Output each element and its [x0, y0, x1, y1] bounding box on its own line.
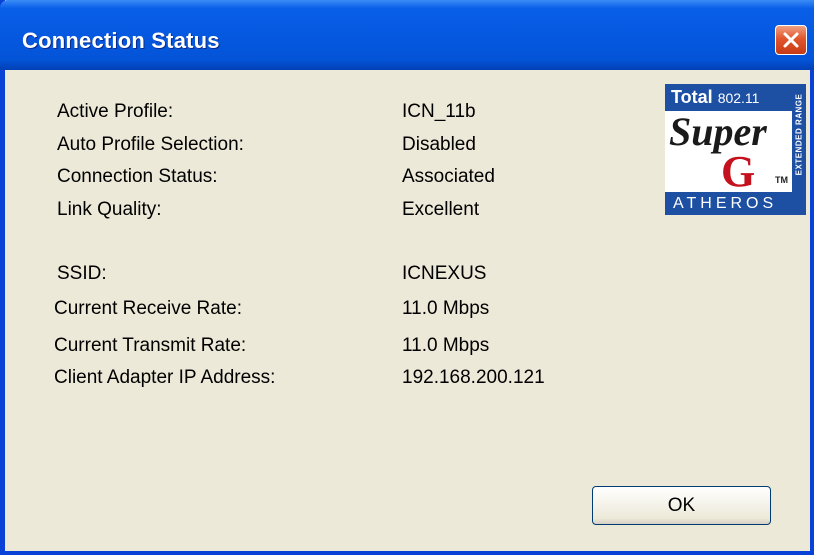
ip-address-label: Client Adapter IP Address:: [54, 367, 276, 388]
ip-address-value: 192.168.200.121: [402, 367, 545, 388]
window-title: Connection Status: [22, 28, 220, 53]
logo-extended-range-text: EXTENDED RANGE: [794, 93, 804, 176]
ok-button[interactable]: OK: [592, 486, 771, 525]
close-icon: [783, 32, 799, 48]
connection-status-label: Connection Status:: [57, 166, 218, 187]
logo-atheros-text: ATHEROS: [665, 192, 806, 215]
connection-status-window: Connection Status Active Profile: ICN_11…: [0, 0, 814, 555]
transmit-rate-value: 11.0 Mbps: [402, 335, 490, 356]
ssid-value: ICNEXUS: [402, 263, 487, 284]
active-profile-label: Active Profile:: [57, 101, 174, 122]
receive-rate-value: 11.0 Mbps: [402, 298, 490, 319]
dialog-body: Active Profile: ICN_11b Auto Profile Sel…: [5, 70, 810, 551]
logo-tm-text: TM: [775, 175, 788, 185]
link-quality-value: Excellent: [402, 199, 480, 220]
logo-total-banner: Total 802.11: [665, 84, 806, 111]
logo-standard-text: 802.11: [717, 90, 760, 106]
atheros-super-g-logo: Total 802.11 Super G TM ATHEROS EXTENDED…: [665, 84, 806, 215]
transmit-rate-label: Current Transmit Rate:: [54, 335, 247, 356]
logo-g-text: G: [721, 147, 756, 196]
title-bar[interactable]: Connection Status: [0, 0, 814, 70]
auto-profile-value: Disabled: [402, 134, 476, 155]
close-button[interactable]: [775, 25, 807, 55]
link-quality-label: Link Quality:: [57, 199, 162, 220]
receive-rate-label: Current Receive Rate:: [54, 298, 242, 319]
connection-status-value: Associated: [402, 166, 495, 187]
auto-profile-label: Auto Profile Selection:: [57, 134, 244, 155]
ssid-label: SSID:: [57, 263, 107, 284]
logo-side-band: EXTENDED RANGE: [792, 84, 806, 192]
active-profile-value: ICN_11b: [402, 101, 476, 122]
logo-total-text: Total: [671, 87, 713, 107]
